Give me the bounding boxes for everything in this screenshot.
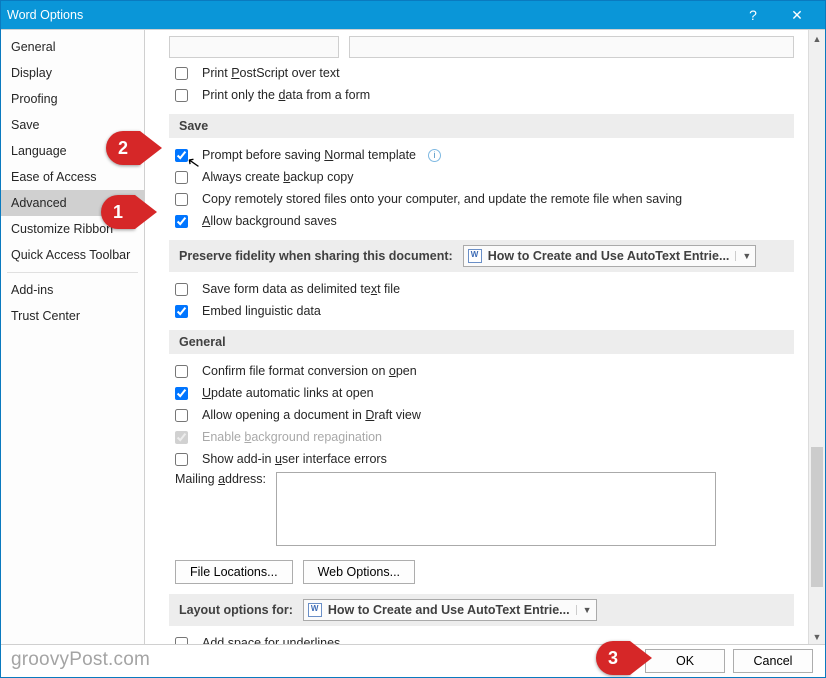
label-enable-repag: Enable background repagination [202,428,382,446]
checkbox-enable-repag [175,431,188,444]
general-buttons-row: File Locations... Web Options... [175,560,794,584]
label-copy-remotely: Copy remotely stored files onto your com… [202,190,682,208]
sidebar-item-advanced[interactable]: Advanced [1,190,144,216]
ok-button[interactable]: OK [645,649,725,673]
opt-update-links: Update automatic links at open [175,384,794,402]
word-doc-icon [468,249,482,263]
sidebar-item-general[interactable]: General [1,34,144,60]
label-embed-linguistic: Embed linguistic data [202,302,321,320]
dialog-body: General Display Proofing Save Language E… [1,29,825,645]
label-print-postscript: Print PostScript over text [202,64,340,82]
checkbox-embed-linguistic[interactable] [175,305,188,318]
opt-always-backup: Always create backup copy [175,168,794,186]
sidebar-item-ease-of-access[interactable]: Ease of Access [1,164,144,190]
checkbox-confirm-convert[interactable] [175,365,188,378]
section-general: General [169,330,794,354]
opt-enable-repag: Enable background repagination [175,428,794,446]
word-doc-icon [308,603,322,617]
label-allow-draft: Allow opening a document in Draft view [202,406,421,424]
close-button[interactable]: ✕ [775,1,819,29]
advanced-options-pane: Print PostScript over text Print only th… [145,30,808,645]
category-sidebar: General Display Proofing Save Language E… [1,30,145,645]
info-icon[interactable]: i [428,149,441,162]
window-title: Word Options [7,8,731,22]
opt-copy-remotely: Copy remotely stored files onto your com… [175,190,794,208]
opt-save-form-data: Save form data as delimited text file [175,280,794,298]
label-always-backup: Always create backup copy [202,168,353,186]
chevron-down-icon: ▼ [576,605,592,615]
sidebar-item-customize-ribbon[interactable]: Customize Ribbon [1,216,144,242]
scroll-down-button[interactable]: ▼ [809,628,825,645]
section-layout-options: Layout options for: How to Create and Us… [169,594,794,626]
sidebar-item-display[interactable]: Display [1,60,144,86]
sidebar-item-trust-center[interactable]: Trust Center [1,303,144,329]
file-locations-button[interactable]: File Locations... [175,560,293,584]
help-button[interactable]: ? [731,1,775,29]
scroll-track[interactable] [809,47,825,628]
titlebar: Word Options ? ✕ [1,1,825,29]
section-save: Save [169,114,794,138]
checkbox-copy-remotely[interactable] [175,193,188,206]
checkbox-show-addin-errors[interactable] [175,453,188,466]
section-preserve-fidelity: Preserve fidelity when sharing this docu… [169,240,794,272]
label-save-form-data: Save form data as delimited text file [202,280,400,298]
label-allow-bg-saves: Allow background saves [202,212,337,230]
label-show-addin-errors: Show add-in user interface errors [202,450,387,468]
scroll-up-button[interactable]: ▲ [809,30,825,47]
checkbox-print-only-data[interactable] [175,89,188,102]
label-preserve-fidelity: Preserve fidelity when sharing this docu… [179,249,453,263]
sidebar-item-add-ins[interactable]: Add-ins [1,277,144,303]
opt-show-addin-errors: Show add-in user interface errors [175,450,794,468]
opt-allow-bg-saves: Allow background saves [175,212,794,230]
web-options-button[interactable]: Web Options... [303,560,415,584]
checkbox-prompt-normal[interactable] [175,149,188,162]
cancel-button[interactable]: Cancel [733,649,813,673]
sidebar-item-save[interactable]: Save [1,112,144,138]
label-update-links: Update automatic links at open [202,384,374,402]
sidebar-item-proofing[interactable]: Proofing [1,86,144,112]
label-confirm-convert: Confirm file format conversion on open [202,362,417,380]
opt-prompt-normal: Prompt before saving Normal template i [175,146,794,164]
word-options-dialog: Word Options ? ✕ General Display Proofin… [0,0,826,678]
dropdown-preserve-document[interactable]: How to Create and Use AutoText Entrie...… [463,245,757,267]
opt-print-postscript: Print PostScript over text [175,64,794,82]
row-mailing-address: Mailing address: [175,472,794,546]
checkbox-always-backup[interactable] [175,171,188,184]
chevron-down-icon: ▼ [735,251,751,261]
opt-embed-linguistic: Embed linguistic data [175,302,794,320]
label-print-only-data: Print only the data from a form [202,86,370,104]
scroll-thumb[interactable] [811,447,823,587]
textarea-mailing-address[interactable] [276,472,716,546]
checkbox-update-links[interactable] [175,387,188,400]
checkbox-allow-draft[interactable] [175,409,188,422]
label-mailing-address: Mailing address: [175,472,266,486]
checkbox-save-form-data[interactable] [175,283,188,296]
label-layout-options: Layout options for: [179,603,293,617]
opt-print-only-data: Print only the data from a form [175,86,794,104]
content-wrap: Print PostScript over text Print only th… [145,30,825,645]
sidebar-separator [7,272,138,273]
dropdown-layout-document[interactable]: How to Create and Use AutoText Entrie...… [303,599,597,621]
opt-confirm-convert: Confirm file format conversion on open [175,362,794,380]
partial-row-above [169,36,794,58]
sidebar-item-quick-access-toolbar[interactable]: Quick Access Toolbar [1,242,144,268]
vertical-scrollbar[interactable]: ▲ ▼ [808,30,825,645]
label-prompt-normal: Prompt before saving Normal template [202,146,416,164]
checkbox-print-postscript[interactable] [175,67,188,80]
sidebar-item-language[interactable]: Language [1,138,144,164]
watermark-text: groovyPost.com [11,649,150,671]
checkbox-allow-bg-saves[interactable] [175,215,188,228]
opt-allow-draft: Allow opening a document in Draft view [175,406,794,424]
